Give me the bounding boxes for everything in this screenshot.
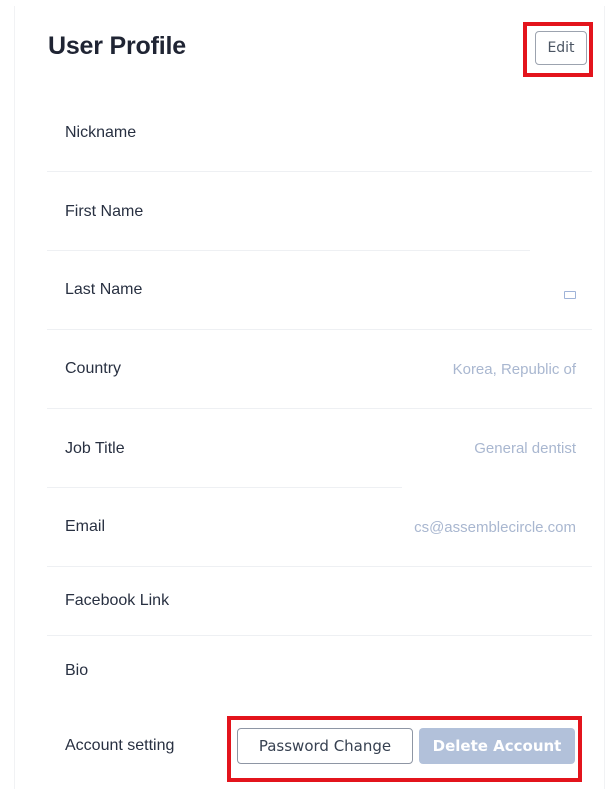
profile-header: User Profile xyxy=(48,30,598,72)
country-label: Country xyxy=(65,360,122,377)
email-value: cs@assemblecircle.com xyxy=(414,518,576,536)
first-name-row: First Name xyxy=(47,172,592,251)
delete-account-button[interactable]: Delete Account xyxy=(419,728,575,764)
account-setting-row: Account setting Password Change Delete A… xyxy=(47,705,592,787)
last-name-row: Last Name xyxy=(47,251,592,330)
placeholder-box-icon xyxy=(564,291,576,299)
page-title: User Profile xyxy=(48,32,186,60)
profile-fields: Nickname First Name Last Name Country Ko… xyxy=(47,94,592,787)
facebook-link-label: Facebook Link xyxy=(65,592,170,609)
first-name-label: First Name xyxy=(65,202,144,220)
job-title-label: Job Title xyxy=(65,439,125,457)
country-row: Country Korea, Republic of xyxy=(47,330,592,409)
nickname-row: Nickname xyxy=(47,94,592,172)
last-name-label: Last Name xyxy=(65,281,143,298)
job-title-row: Job Title General dentist xyxy=(47,409,592,488)
job-title-value: General dentist xyxy=(474,440,576,457)
edit-button[interactable]: Edit xyxy=(535,31,587,65)
bio-row: Bio xyxy=(47,636,592,705)
account-setting-label: Account setting xyxy=(65,737,175,754)
email-row: Email cs@assemblecircle.com xyxy=(47,488,592,567)
country-value: Korea, Republic of xyxy=(452,360,576,378)
nickname-label: Nickname xyxy=(65,123,137,141)
account-actions: Password Change Delete Account xyxy=(237,728,575,764)
facebook-link-row: Facebook Link xyxy=(47,567,592,636)
email-label: Email xyxy=(65,518,106,535)
bio-label: Bio xyxy=(65,661,89,679)
password-change-button[interactable]: Password Change xyxy=(237,728,413,764)
